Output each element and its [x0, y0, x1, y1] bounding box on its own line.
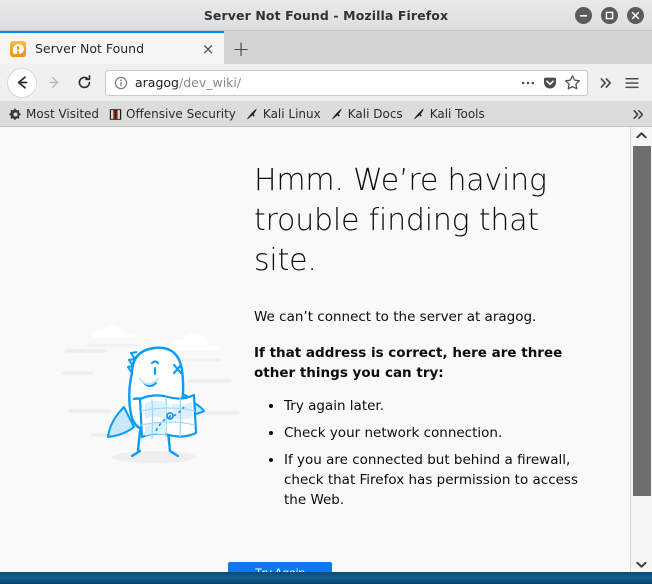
- bookmark-star-icon[interactable]: [561, 72, 583, 94]
- new-tab-button[interactable]: +: [224, 33, 258, 64]
- chevron-double-right-icon: [598, 75, 614, 91]
- url-path: /dev_wiki/: [179, 75, 241, 90]
- window-title: Server Not Found - Mozilla Firefox: [204, 8, 448, 23]
- url-text: aragog/dev_wiki/: [135, 75, 517, 90]
- tab-label: Server Not Found: [35, 41, 198, 56]
- info-icon[interactable]: [112, 74, 130, 92]
- bookmark-label: Kali Docs: [348, 107, 403, 121]
- bookmark-offensive-security[interactable]: Offensive Security: [105, 104, 242, 125]
- chevron-double-right-icon: [631, 107, 646, 122]
- app-menu-button[interactable]: [619, 69, 645, 97]
- scrollbar-thumb[interactable]: [633, 146, 651, 496]
- bookmark-kali-docs[interactable]: Kali Docs: [327, 104, 409, 125]
- error-suggestion-list: Try again later. Check your network conn…: [254, 396, 598, 510]
- bookmark-most-visited[interactable]: Most Visited: [5, 104, 105, 125]
- kali-dragon-icon: [245, 107, 259, 121]
- kali-dragon-icon: [412, 107, 426, 121]
- close-button[interactable]: [627, 7, 644, 24]
- list-item: If you are connected but behind a firewa…: [284, 450, 598, 510]
- toolbar-overflow-button[interactable]: [593, 69, 619, 97]
- scroll-up-button[interactable]: [631, 127, 652, 144]
- back-button[interactable]: [7, 68, 37, 98]
- reload-icon: [76, 74, 93, 91]
- minimize-button[interactable]: [575, 7, 592, 24]
- chevron-up-icon: [636, 131, 647, 140]
- lost-creature-with-map-illustration: [62, 315, 242, 475]
- navigation-toolbar: aragog/dev_wiki/: [0, 64, 652, 102]
- minimize-icon: [579, 11, 588, 20]
- kali-dragon-icon: [330, 107, 344, 121]
- scroll-down-button[interactable]: [631, 556, 652, 572]
- pocket-icon[interactable]: [539, 72, 561, 94]
- warning-icon: [10, 41, 26, 57]
- forward-button[interactable]: [39, 68, 69, 98]
- error-advice-heading: If that address is correct, here are thr…: [254, 343, 598, 383]
- arrow-left-icon: [14, 74, 31, 91]
- title-bar: Server Not Found - Mozilla Firefox: [0, 0, 652, 31]
- error-page: Hmm. We’re having trouble finding that s…: [0, 127, 630, 572]
- window-controls: [575, 0, 644, 30]
- maximize-icon: [605, 11, 614, 20]
- url-host: aragog: [135, 75, 179, 90]
- maximize-button[interactable]: [601, 7, 618, 24]
- bookmark-label: Kali Tools: [430, 107, 485, 121]
- close-icon: [631, 11, 640, 20]
- chevron-down-icon: [636, 560, 647, 569]
- page-title: Hmm. We’re having trouble finding that s…: [254, 161, 598, 281]
- list-item: Check your network connection.: [284, 423, 598, 443]
- bookmark-kali-tools[interactable]: Kali Tools: [409, 104, 491, 125]
- offsec-icon: [108, 107, 122, 121]
- tab-server-not-found[interactable]: Server Not Found ×: [0, 31, 224, 64]
- reload-button[interactable]: [69, 68, 99, 98]
- gear-icon: [8, 107, 22, 121]
- browser-window: Server Not Found - Mozilla Firefox: [0, 0, 652, 572]
- error-subtitle: We can’t connect to the server at aragog…: [254, 307, 598, 327]
- address-bar[interactable]: aragog/dev_wiki/: [105, 70, 588, 96]
- desktop-background: [0, 572, 652, 584]
- tab-strip: Server Not Found × +: [0, 31, 652, 64]
- bookmarks-toolbar: Most Visited Offensive Security: [0, 102, 652, 127]
- bookmark-label: Most Visited: [26, 107, 99, 121]
- error-text-column: Hmm. We’re having trouble finding that s…: [254, 161, 598, 517]
- vertical-scrollbar[interactable]: [630, 127, 652, 572]
- bookmark-label: Offensive Security: [126, 107, 236, 121]
- bookmarks-overflow-button[interactable]: [631, 102, 646, 127]
- bookmark-label: Kali Linux: [263, 107, 321, 121]
- list-item: Try again later.: [284, 396, 598, 416]
- arrow-right-icon: [46, 74, 63, 91]
- try-again-button[interactable]: Try Again: [228, 562, 332, 572]
- bookmark-kali-linux[interactable]: Kali Linux: [242, 104, 327, 125]
- page-actions-icon[interactable]: [517, 72, 539, 94]
- content-area: Hmm. We’re having trouble finding that s…: [0, 127, 652, 572]
- hamburger-menu-icon: [623, 74, 641, 92]
- tab-close-icon[interactable]: ×: [198, 39, 218, 59]
